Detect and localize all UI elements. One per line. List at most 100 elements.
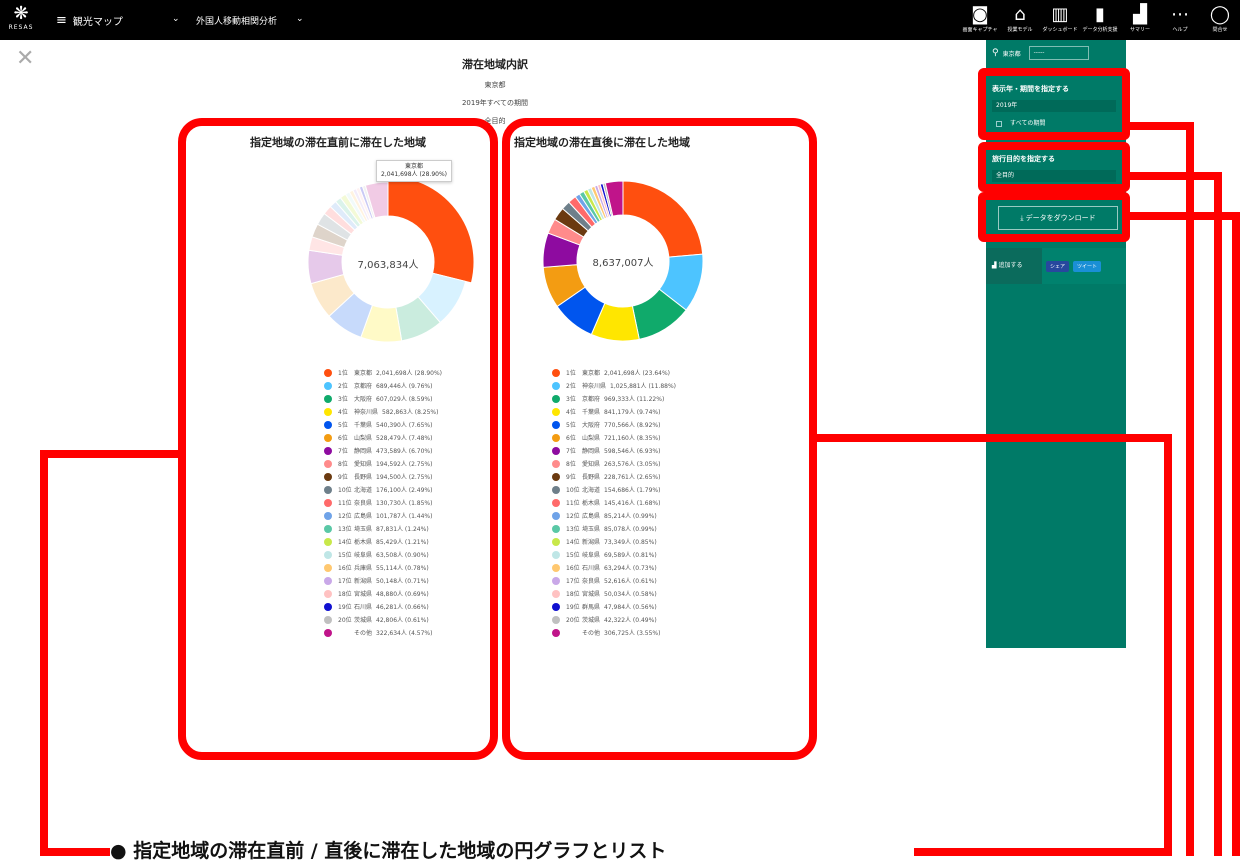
legend-item[interactable]: 20位 茨城県 42,806人 (0.61%) (324, 613, 442, 626)
legend-item[interactable]: 4位 千葉県 841,179人 (9.74%) (552, 405, 676, 418)
legend-value: 50,148人 (0.71%) (376, 578, 429, 585)
legend-value: 47,984人 (0.56%) (604, 604, 657, 611)
close-icon[interactable]: ✕ (16, 48, 34, 70)
legend-item[interactable]: 3位 京都府 969,333人 (11.22%) (552, 392, 676, 405)
legend-rank: 12位 (338, 513, 352, 520)
legend-item[interactable]: 11位 奈良県 130,730人 (1.85%) (324, 496, 442, 509)
legend-item[interactable]: 13位 埼玉県 87,831人 (1.24%) (324, 522, 442, 535)
connector-line (40, 848, 110, 856)
legend-rank: 4位 (566, 409, 576, 416)
legend-item[interactable]: 5位 大阪府 770,566人 (8.92%) (552, 418, 676, 431)
legend-item[interactable]: 16位 石川県 63,294人 (0.73%) (552, 561, 676, 574)
legend-dot (552, 550, 560, 559)
legend-item[interactable]: 19位 群馬県 47,984人 (0.56%) (552, 600, 676, 613)
tool-dashboard[interactable]: ▥ ダッシュボード (1040, 0, 1080, 40)
legend-item[interactable]: 1位 東京都 2,041,698人 (23.64%) (552, 366, 676, 379)
legend-dot (552, 381, 560, 390)
tool-contact[interactable]: ◯ 問合せ (1200, 0, 1240, 40)
main-menu[interactable]: ≡ 観光マップ (56, 13, 123, 29)
legend-rank: 20位 (338, 617, 352, 624)
legend-item[interactable]: 12位 広島県 85,214人 (0.99%) (552, 509, 676, 522)
resas-logo[interactable]: ❋ RESAS (6, 4, 36, 36)
hamburger-icon[interactable]: ≡ (56, 14, 67, 27)
legend-value: 176,100人 (2.49%) (376, 487, 433, 494)
legend-item[interactable]: 17位 奈良県 52,616人 (0.61%) (552, 574, 676, 587)
legend-dot (552, 563, 560, 572)
legend-value: 55,114人 (0.78%) (376, 565, 429, 572)
legend-item[interactable]: 1位 東京都 2,041,698人 (28.90%) (324, 366, 442, 379)
legend-item[interactable]: 2位 京都府 689,446人 (9.76%) (324, 379, 442, 392)
legend-dot (324, 394, 332, 403)
tweet-button[interactable]: ツイート (1073, 260, 1102, 272)
before-stay-panel: 指定地域の滞在直前に滞在した地域 7,063,834人 東京都 2,041,69… (178, 118, 498, 760)
legend-pref: 山梨県 (354, 435, 373, 442)
legend-dot (552, 485, 560, 494)
legend-item[interactable]: 18位 宮城県 50,034人 (0.58%) (552, 587, 676, 600)
legend-dot (552, 537, 560, 546)
legend-item[interactable]: 15位 岐阜県 63,508人 (0.90%) (324, 548, 442, 561)
legend-item[interactable]: その他 306,725人 (3.55%) (552, 626, 676, 639)
legend-item[interactable]: 4位 神奈川県 582,863人 (8.25%) (324, 405, 442, 418)
legend-dot (552, 628, 560, 637)
connector-line (1124, 212, 1240, 220)
legend-item[interactable]: 18位 宮城県 48,880人 (0.69%) (324, 587, 442, 600)
legend-item[interactable]: その他 322,634人 (4.57%) (324, 626, 442, 639)
legend-pref: 静岡県 (582, 448, 601, 455)
legend-pref: 埼玉県 (582, 526, 601, 533)
after-legend: 1位 東京都 2,041,698人 (23.64%) 2位 神奈川県 1,025,881人… (552, 366, 676, 639)
legend-item[interactable]: 10位 北海道 176,100人 (2.49%) (324, 483, 442, 496)
legend-pref: 広島県 (354, 513, 373, 520)
legend-item[interactable]: 15位 岐阜県 69,589人 (0.81%) (552, 548, 676, 561)
legend-item[interactable]: 10位 北海道 154,686人 (1.79%) (552, 483, 676, 496)
legend-item[interactable]: 13位 埼玉県 85,078人 (0.99%) (552, 522, 676, 535)
legend-pref: 岐阜県 (582, 552, 601, 559)
tool-help[interactable]: ⋯ ヘルプ (1160, 0, 1200, 40)
city-select[interactable]: ----- (1028, 46, 1089, 60)
tool-analysis[interactable]: ▮ データ分析支援 (1080, 0, 1120, 40)
sidebar-footer: ▟ 追加する シェア ツイート (986, 248, 1126, 284)
legend-item[interactable]: 9位 長野県 228,761人 (2.65%) (552, 470, 676, 483)
chevron-down-icon[interactable]: ⌄ (172, 14, 180, 24)
legend-item[interactable]: 7位 静岡県 473,589人 (6.70%) (324, 444, 442, 457)
legend-value: 306,725人 (3.55%) (604, 630, 661, 637)
tool-model[interactable]: ⌂ 授業モデル (1000, 0, 1040, 40)
legend-item[interactable]: 7位 静岡県 598,546人 (6.93%) (552, 444, 676, 457)
legend-item[interactable]: 6位 山梨県 721,160人 (8.35%) (552, 431, 676, 444)
legend-pref: 栃木県 (582, 500, 601, 507)
legend-item[interactable]: 20位 茨城県 42,322人 (0.49%) (552, 613, 676, 626)
legend-pref: 奈良県 (582, 578, 601, 585)
tool-capture[interactable]: ◙ 画面キャプチャ (960, 0, 1000, 40)
menu-label: 観光マップ (72, 17, 123, 28)
legend-item[interactable]: 9位 長野県 194,500人 (2.75%) (324, 470, 442, 483)
legend-item[interactable]: 17位 新潟県 50,148人 (0.71%) (324, 574, 442, 587)
legend-dot (552, 602, 560, 611)
legend-dot (324, 589, 332, 598)
pie-slice-東京都[interactable] (622, 180, 704, 258)
legend-item[interactable]: 5位 千葉県 540,390人 (7.65%) (324, 418, 442, 431)
bank-icon: ⌂ (1014, 4, 1026, 25)
highlight-download-box (978, 192, 1130, 242)
submenu-label[interactable]: 外国人移動相関分析 (196, 14, 277, 27)
legend-value: 841,179人 (9.74%) (604, 409, 661, 416)
add-button[interactable]: ▟ 追加する (986, 248, 1042, 284)
legend-rank: 13位 (338, 526, 352, 533)
legend-item[interactable]: 3位 大阪府 607,029人 (8.59%) (324, 392, 442, 405)
legend-item[interactable]: 8位 愛知県 194,592人 (2.75%) (324, 457, 442, 470)
facebook-share-button[interactable]: シェア (1046, 260, 1070, 272)
legend-item[interactable]: 8位 愛知県 263,576人 (3.05%) (552, 457, 676, 470)
legend-item[interactable]: 12位 広島県 101,787人 (1.44%) (324, 509, 442, 522)
chevron-down-icon[interactable]: ⌄ (296, 14, 304, 24)
legend-item[interactable]: 14位 新潟県 73,349人 (0.85%) (552, 535, 676, 548)
legend-item[interactable]: 19位 石川県 46,281人 (0.66%) (324, 600, 442, 613)
legend-dot (324, 511, 332, 520)
pref-select[interactable]: 東京都 (1003, 49, 1021, 58)
legend-item[interactable]: 11位 栃木県 145,416人 (1.68%) (552, 496, 676, 509)
legend-item[interactable]: 14位 栃木県 85,429人 (1.21%) (324, 535, 442, 548)
chart-icon: ▮ (1095, 4, 1105, 25)
legend-value: 85,214人 (0.99%) (604, 513, 657, 520)
legend-item[interactable]: 2位 神奈川県 1,025,881人 (11.88%) (552, 379, 676, 392)
tool-summary[interactable]: ▟ サマリー (1120, 0, 1160, 40)
legend-item[interactable]: 16位 兵庫県 55,114人 (0.78%) (324, 561, 442, 574)
legend-item[interactable]: 6位 山梨県 528,479人 (7.48%) (324, 431, 442, 444)
legend-value: 87,831人 (1.24%) (376, 526, 429, 533)
